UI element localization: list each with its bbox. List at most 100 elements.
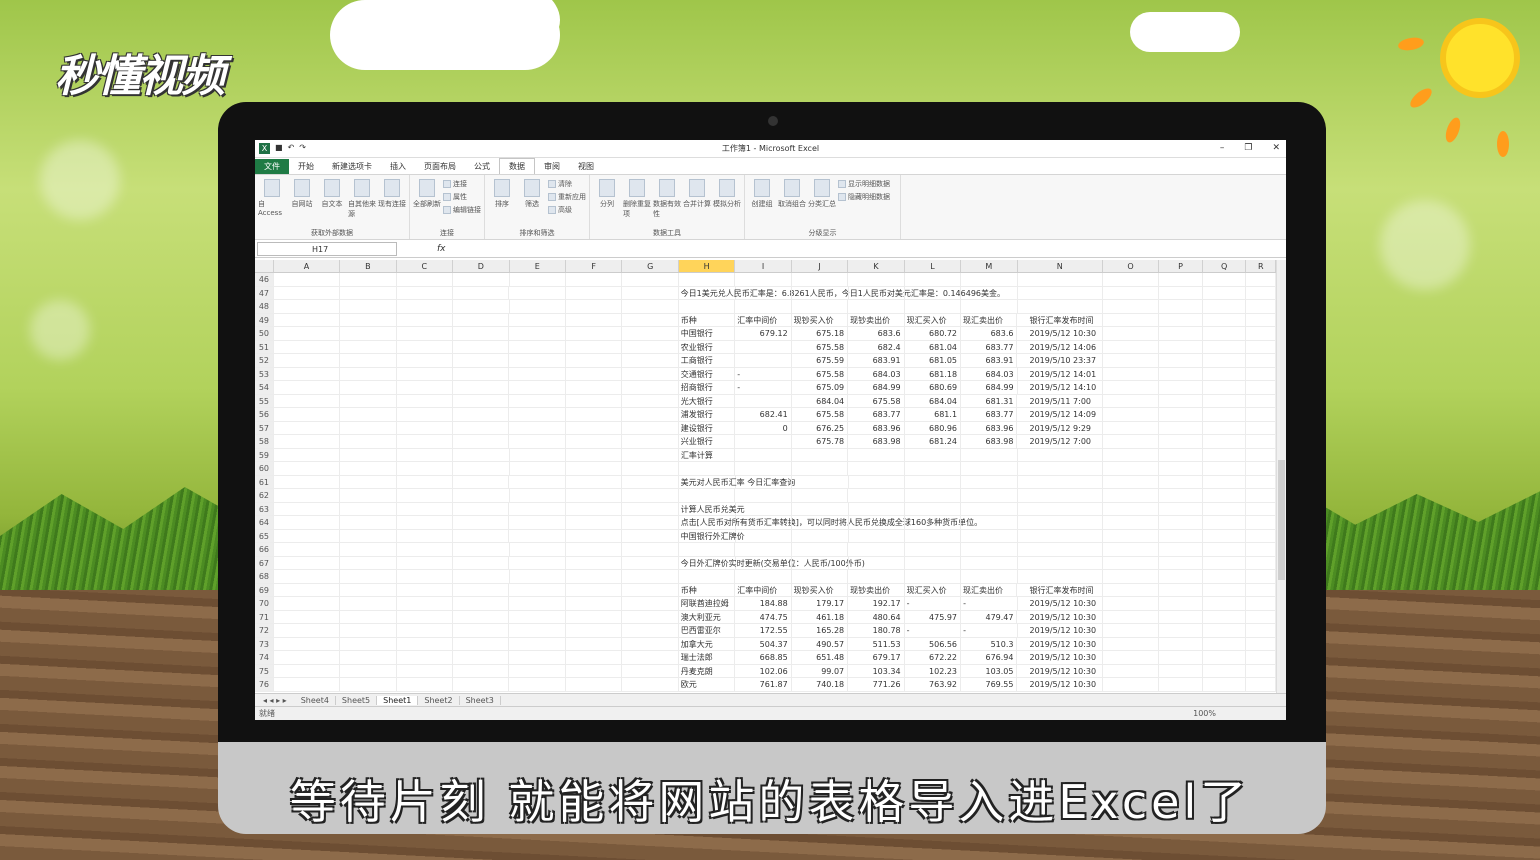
cell[interactable]	[566, 340, 623, 353]
cell[interactable]	[1203, 664, 1247, 677]
cell[interactable]	[905, 516, 962, 529]
sheet-tab-active[interactable]: Sheet1	[377, 695, 419, 705]
cell[interactable]	[397, 570, 454, 583]
cell[interactable]	[566, 516, 623, 529]
cell[interactable]	[735, 354, 792, 367]
cell[interactable]	[1159, 624, 1203, 637]
tab-insert[interactable]: 插入	[381, 159, 415, 174]
cell[interactable]	[1103, 678, 1160, 691]
cell[interactable]: 瑞士法郎	[679, 651, 736, 664]
cell[interactable]	[566, 475, 623, 488]
cell[interactable]	[622, 651, 679, 664]
cell[interactable]	[735, 448, 792, 461]
cell[interactable]	[1246, 529, 1276, 542]
cell[interactable]: 684.04	[905, 394, 962, 407]
tab-page-layout[interactable]: 页面布局	[415, 159, 465, 174]
data-validation-button[interactable]: 数据有效性	[653, 179, 681, 227]
cell[interactable]	[961, 448, 1018, 461]
cell[interactable]	[1203, 556, 1247, 569]
cell[interactable]	[566, 543, 623, 556]
cell[interactable]	[453, 570, 510, 583]
cell[interactable]	[849, 475, 905, 488]
cell[interactable]	[397, 367, 454, 380]
cell[interactable]	[736, 529, 793, 542]
cell[interactable]	[453, 489, 510, 502]
cell[interactable]: 巴西雷亚尔	[679, 624, 736, 637]
cell[interactable]	[622, 502, 679, 515]
cell[interactable]: 2019/5/12 7:00	[1017, 435, 1103, 448]
cell[interactable]	[566, 448, 623, 461]
cell[interactable]: 99.07	[792, 664, 849, 677]
cell[interactable]	[622, 637, 679, 650]
cell[interactable]	[274, 273, 341, 286]
cell[interactable]	[905, 556, 962, 569]
cell[interactable]	[453, 502, 510, 515]
cell[interactable]	[1159, 327, 1203, 340]
cell[interactable]: 675.58	[848, 394, 905, 407]
cell[interactable]	[1018, 516, 1103, 529]
cell[interactable]	[274, 286, 341, 299]
cell[interactable]	[622, 327, 679, 340]
cell[interactable]	[1246, 394, 1276, 407]
cell[interactable]	[453, 327, 510, 340]
cell[interactable]: 今日1美元兑人民币汇率是：6.8261人民币，今日1人民币对美元汇率是：0.14…	[679, 286, 1005, 299]
cell[interactable]	[792, 502, 849, 515]
cell[interactable]	[566, 394, 623, 407]
cell[interactable]: 684.99	[848, 381, 905, 394]
row-number[interactable]: 60	[255, 462, 274, 475]
cell[interactable]: 现汇买入价	[905, 583, 962, 596]
cell[interactable]	[509, 678, 566, 691]
cell[interactable]	[792, 489, 849, 502]
cell[interactable]	[340, 394, 397, 407]
cell[interactable]	[453, 651, 510, 664]
cell[interactable]	[397, 435, 454, 448]
hide-detail-button[interactable]: 隐藏明细数据	[838, 192, 890, 202]
cell[interactable]	[274, 408, 341, 421]
cell[interactable]: 675.78	[792, 435, 849, 448]
advanced-button[interactable]: 高级	[548, 205, 586, 215]
cell[interactable]: 欧元	[679, 678, 736, 691]
cell[interactable]: 680.69	[905, 381, 962, 394]
cell[interactable]: -	[735, 367, 792, 380]
cell[interactable]	[1103, 489, 1160, 502]
cell[interactable]: 681.05	[905, 354, 962, 367]
cell[interactable]	[1159, 475, 1203, 488]
cell[interactable]	[792, 300, 849, 313]
cell[interactable]: -	[735, 381, 792, 394]
column-header[interactable]: R	[1246, 260, 1276, 272]
cell[interactable]	[1018, 273, 1103, 286]
cell[interactable]: 2019/5/12 9:29	[1017, 421, 1103, 434]
sheet-nav-icon[interactable]: ◂ ◂ ▸ ▸	[255, 696, 295, 705]
cell[interactable]: 506.56	[905, 637, 962, 650]
cell[interactable]	[849, 502, 905, 515]
cell[interactable]	[1018, 543, 1103, 556]
cell[interactable]	[1159, 610, 1203, 623]
sort-button[interactable]: 排序	[488, 179, 516, 227]
cell[interactable]	[1159, 664, 1203, 677]
cell[interactable]	[1018, 475, 1103, 488]
cell[interactable]	[509, 313, 566, 326]
cell[interactable]	[1018, 556, 1103, 569]
cell[interactable]	[397, 286, 453, 299]
cell[interactable]	[622, 664, 679, 677]
cell[interactable]	[1018, 502, 1103, 515]
cell[interactable]	[453, 435, 510, 448]
cell[interactable]	[566, 570, 623, 583]
name-box[interactable]: H17	[257, 241, 397, 256]
cell[interactable]: 675.59	[792, 354, 849, 367]
cell[interactable]	[274, 367, 341, 380]
cell[interactable]	[566, 678, 623, 691]
cell[interactable]	[1103, 529, 1160, 542]
cell[interactable]: 汇率中间价	[735, 583, 792, 596]
cell[interactable]	[509, 354, 566, 367]
cell[interactable]	[397, 408, 454, 421]
cell[interactable]	[1103, 610, 1160, 623]
cell[interactable]	[566, 597, 623, 610]
cell[interactable]	[1159, 354, 1203, 367]
column-header[interactable]: O	[1103, 260, 1160, 272]
cell[interactable]	[453, 597, 510, 610]
cell[interactable]	[566, 435, 623, 448]
cell[interactable]	[509, 664, 566, 677]
cell[interactable]	[340, 502, 397, 515]
cell[interactable]	[622, 421, 679, 434]
